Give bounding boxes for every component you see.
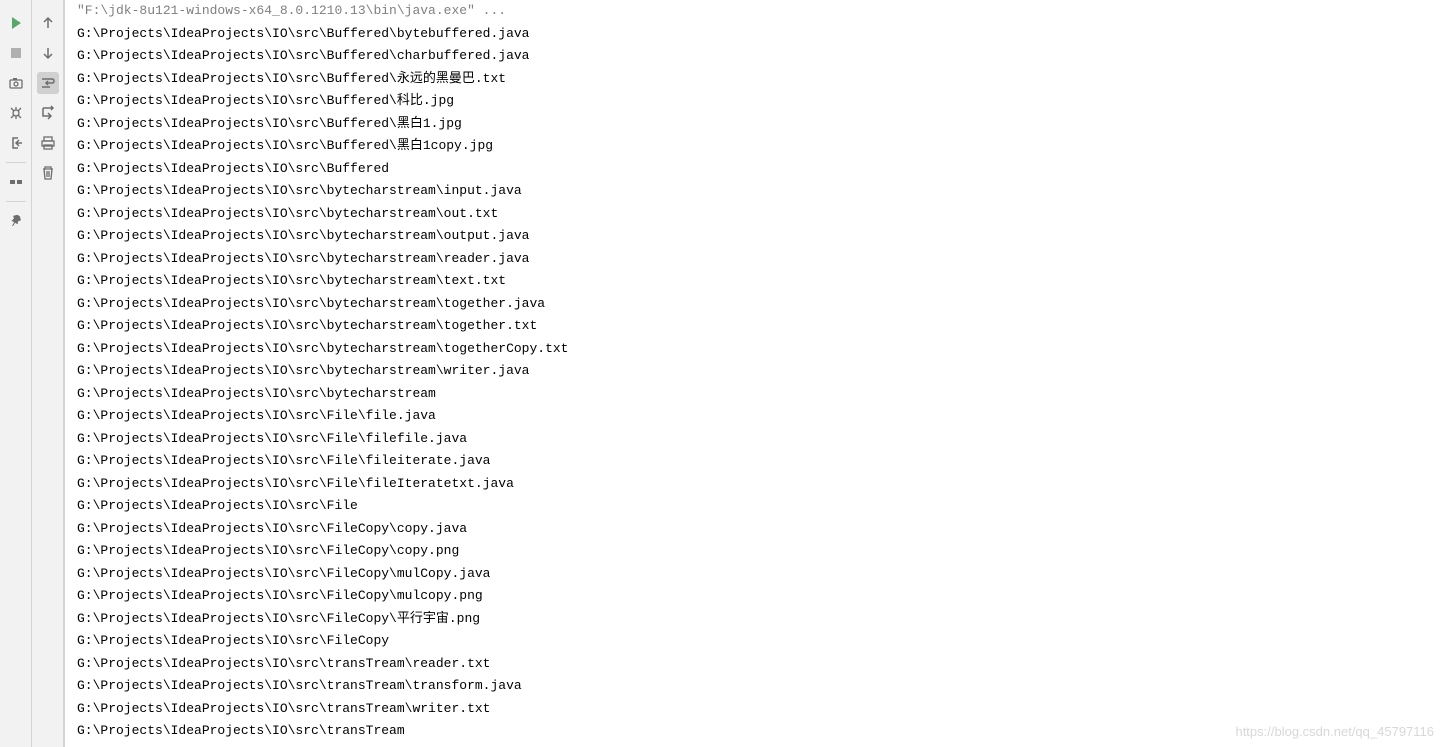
scroll-icon[interactable] (37, 102, 59, 124)
console-gutter (32, 0, 64, 747)
console-line: G:\Projects\IdeaProjects\IO\src\Buffered… (77, 135, 1434, 158)
console-line: G:\Projects\IdeaProjects\IO\src\bytechar… (77, 360, 1434, 383)
console-line: G:\Projects\IdeaProjects\IO\src\Buffered… (77, 68, 1434, 91)
console-line: G:\Projects\IdeaProjects\IO\src\File\fil… (77, 428, 1434, 451)
console-line: G:\Projects\IdeaProjects\IO\src\bytechar… (77, 293, 1434, 316)
down-icon[interactable] (37, 42, 59, 64)
console-line: G:\Projects\IdeaProjects\IO\src\Buffered… (77, 113, 1434, 136)
console-line: G:\Projects\IdeaProjects\IO\src\File\fil… (77, 405, 1434, 428)
console-output[interactable]: "F:\jdk-8u121-windows-x64_8.0.1210.13\bi… (64, 0, 1446, 747)
camera-icon[interactable] (5, 72, 27, 94)
console-line: G:\Projects\IdeaProjects\IO\src\bytechar… (77, 225, 1434, 248)
console-line: G:\Projects\IdeaProjects\IO\src\FileCopy (77, 630, 1434, 653)
console-line: G:\Projects\IdeaProjects\IO\src\transTre… (77, 698, 1434, 721)
console-line: G:\Projects\IdeaProjects\IO\src\Buffered… (77, 45, 1434, 68)
console-line: G:\Projects\IdeaProjects\IO\src\FileCopy… (77, 585, 1434, 608)
console-line: G:\Projects\IdeaProjects\IO\src\Buffered… (77, 90, 1434, 113)
exit-icon[interactable] (5, 132, 27, 154)
console-line: G:\Projects\IdeaProjects\IO\src\FileCopy… (77, 518, 1434, 541)
console-line: G:\Projects\IdeaProjects\IO\src\bytechar… (77, 315, 1434, 338)
console-line: G:\Projects\IdeaProjects\IO\src\transTre… (77, 653, 1434, 676)
pin-icon[interactable] (5, 210, 27, 232)
watermark-text: https://blog.csdn.net/qq_45797116 (1235, 724, 1434, 739)
print-icon[interactable] (37, 132, 59, 154)
run-gutter (0, 0, 32, 747)
console-line: G:\Projects\IdeaProjects\IO\src\FileCopy… (77, 563, 1434, 586)
console-line: G:\Projects\IdeaProjects\IO\src\File (77, 495, 1434, 518)
console-line: G:\Projects\IdeaProjects\IO\src\File\fil… (77, 450, 1434, 473)
console-line: G:\Projects\IdeaProjects\IO\src\FileCopy… (77, 540, 1434, 563)
wrap-icon[interactable] (37, 72, 59, 94)
debug-icon[interactable] (5, 102, 27, 124)
stop-icon[interactable] (5, 42, 27, 64)
console-cmd-line: "F:\jdk-8u121-windows-x64_8.0.1210.13\bi… (77, 0, 1434, 23)
console-line: G:\Projects\IdeaProjects\IO\src\File\fil… (77, 473, 1434, 496)
console-line: G:\Projects\IdeaProjects\IO\src\bytechar… (77, 383, 1434, 406)
console-line: G:\Projects\IdeaProjects\IO\src\FileCopy… (77, 608, 1434, 631)
console-line: G:\Projects\IdeaProjects\IO\src\transTre… (77, 675, 1434, 698)
layout-icon[interactable] (5, 171, 27, 193)
console-line: G:\Projects\IdeaProjects\IO\src\bytechar… (77, 180, 1434, 203)
run-icon[interactable] (5, 12, 27, 34)
console-line: G:\Projects\IdeaProjects\IO\src\Buffered… (77, 23, 1434, 46)
console-line: G:\Projects\IdeaProjects\IO\src\transTre… (77, 720, 1434, 743)
trash-icon[interactable] (37, 162, 59, 184)
up-icon[interactable] (37, 12, 59, 34)
console-line: G:\Projects\IdeaProjects\IO\src\bytechar… (77, 338, 1434, 361)
console-line: G:\Projects\IdeaProjects\IO\src\bytechar… (77, 203, 1434, 226)
console-line: G:\Projects\IdeaProjects\IO\src\bytechar… (77, 270, 1434, 293)
console-line: G:\Projects\IdeaProjects\IO\src\Buffered (77, 158, 1434, 181)
console-line: G:\Projects\IdeaProjects\IO\src\bytechar… (77, 248, 1434, 271)
